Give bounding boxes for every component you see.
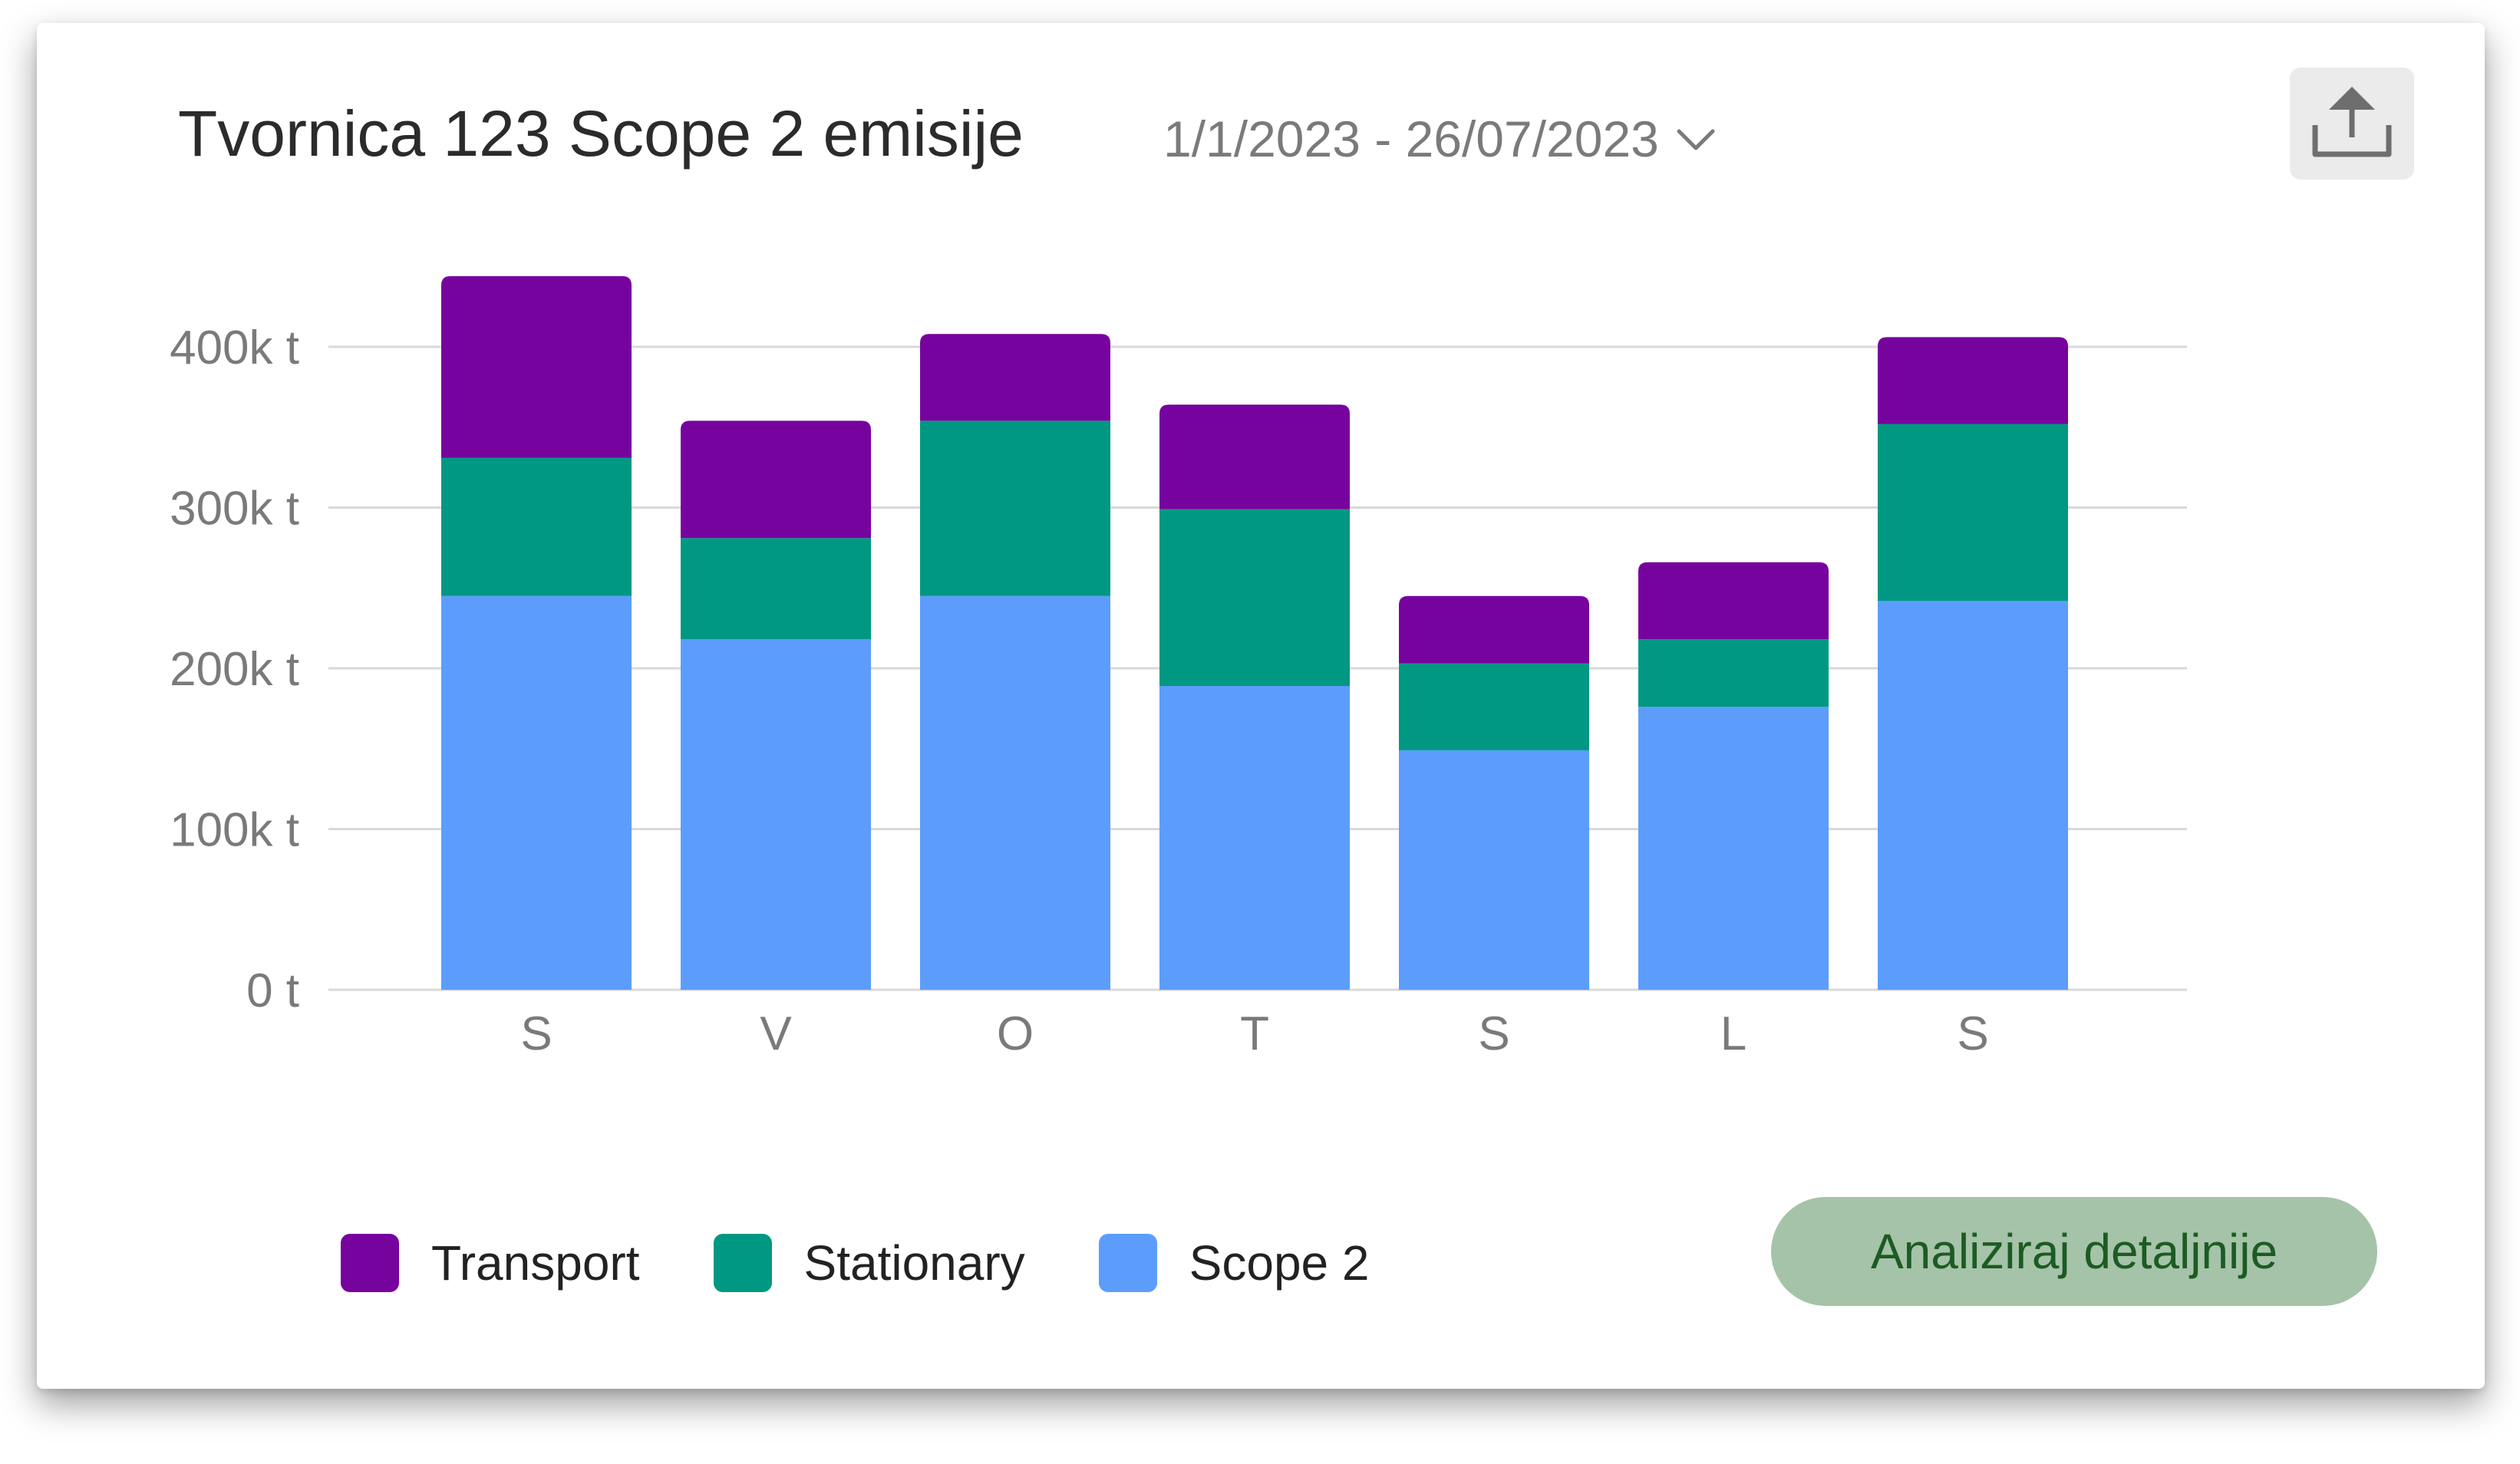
bar-segment-transport xyxy=(920,334,1110,421)
x-axis-ticks: SVOTSLS xyxy=(520,1007,1988,1060)
bar-segment-stationary xyxy=(1159,509,1350,687)
bar-segment-transport xyxy=(1878,337,2068,424)
bar-segment-stationary xyxy=(441,457,632,596)
x-tick-label: T xyxy=(1240,1007,1269,1060)
y-tick-label: 100k t xyxy=(170,804,299,857)
x-tick-label: S xyxy=(520,1007,552,1060)
bar-segment-stationary xyxy=(1638,639,1829,707)
bar-segment-scope-2 xyxy=(1399,750,1589,990)
legend-swatch-scope2 xyxy=(1098,1234,1157,1292)
stacked-bar-chart: 0 t 100k t 200k t 300k t 400k t S V O T S L S xyxy=(170,275,2187,1060)
x-tick-label: V xyxy=(760,1007,792,1060)
legend-label: Scope 2 xyxy=(1189,1235,1370,1291)
bar-segment-stationary xyxy=(1399,663,1589,750)
bar-segment-scope-2 xyxy=(1159,686,1350,990)
bar-segment-stationary xyxy=(1878,424,2068,602)
bar-segment-stationary xyxy=(681,538,871,640)
bar-segment-transport xyxy=(681,420,871,539)
legend-label: Transport xyxy=(431,1235,640,1291)
legend-item-scope2: Scope 2 xyxy=(1098,1234,1370,1292)
legend-swatch-transport xyxy=(341,1234,399,1292)
bar-stack xyxy=(1159,404,1350,990)
y-tick-label: 200k t xyxy=(170,643,299,696)
x-tick-label: S xyxy=(1478,1007,1509,1060)
bar-segment-stationary xyxy=(920,420,1110,596)
y-tick-label: 300k t xyxy=(170,483,299,536)
legend-item-stationary: Stationary xyxy=(713,1234,1025,1292)
legend-label: Stationary xyxy=(803,1235,1025,1291)
bar-segment-scope-2 xyxy=(441,595,632,990)
bar-segment-transport xyxy=(1159,404,1350,509)
bar-segment-scope-2 xyxy=(1638,707,1829,990)
y-tick-label: 0 t xyxy=(246,964,299,1017)
bar-segment-transport xyxy=(1638,562,1829,640)
legend-item-transport: Transport xyxy=(341,1234,640,1292)
bar-stack xyxy=(441,275,632,990)
bar-segment-transport xyxy=(441,275,632,458)
x-tick-label: O xyxy=(997,1007,1034,1060)
bar-stack xyxy=(1878,337,2068,990)
bar-stack xyxy=(681,420,871,990)
bar-stack xyxy=(920,334,1110,990)
y-tick-label: 400k t xyxy=(170,321,299,374)
bar-segment-scope-2 xyxy=(920,595,1110,990)
chart-legend: Transport Stationary Scope 2 xyxy=(341,1225,1443,1301)
bar-segment-scope-2 xyxy=(1878,601,2068,990)
analyze-details-button[interactable]: Analiziraj detaljnije xyxy=(1771,1197,2377,1306)
bar-segment-transport xyxy=(1399,595,1589,664)
x-tick-label: S xyxy=(1957,1007,1988,1060)
bar-stack xyxy=(1399,595,1589,990)
y-axis-ticks: 0 t 100k t 200k t 300k t 400k t xyxy=(170,321,299,1017)
bar-segment-scope-2 xyxy=(681,639,871,990)
bars-layer xyxy=(441,275,2068,990)
legend-swatch-stationary xyxy=(713,1234,772,1292)
bar-stack xyxy=(1638,562,1829,990)
emissions-card: Tvornica 123 Scope 2 emisije 1/1/2023 - … xyxy=(37,23,2485,1389)
x-tick-label: L xyxy=(1720,1007,1747,1060)
